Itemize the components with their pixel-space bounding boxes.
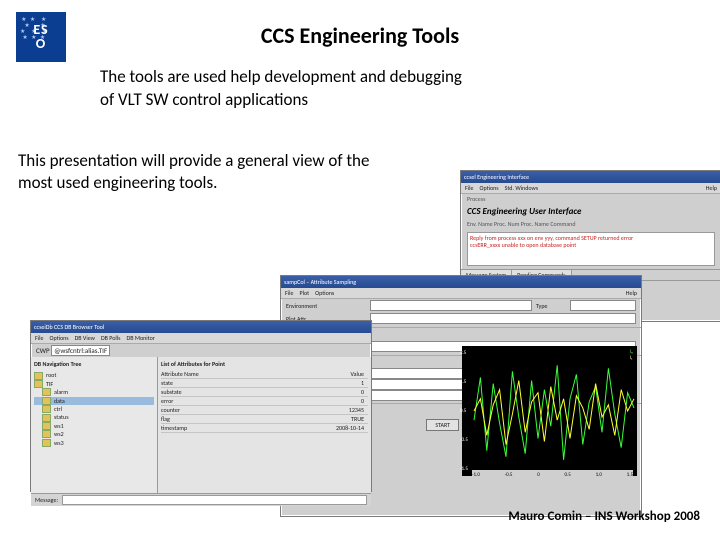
attr-row: timestamp2008-10-14 bbox=[161, 424, 368, 433]
menu-item: Options bbox=[50, 334, 69, 342]
tree-item: alarm bbox=[34, 388, 154, 396]
menu-item: DB Monitor bbox=[127, 334, 155, 342]
attr-row: state1 bbox=[161, 379, 368, 388]
tree-item: status bbox=[34, 413, 154, 421]
attr-row: counter12345 bbox=[161, 406, 368, 415]
tree-item: ctrl bbox=[34, 405, 154, 413]
db-message-label: Message: bbox=[35, 496, 58, 504]
menu-windows: Std. Windows bbox=[505, 184, 538, 192]
folder-icon bbox=[34, 380, 43, 388]
folder-icon bbox=[42, 405, 51, 413]
slide-title: CCS Engineering Tools bbox=[0, 22, 720, 49]
samp-menu: File Plot Options Help bbox=[281, 288, 641, 299]
subtitle: The tools are used help development and … bbox=[100, 66, 462, 112]
menu-item: Options bbox=[315, 289, 334, 297]
folder-icon bbox=[42, 422, 51, 430]
db-attrs: List of Attributes for Point Attribute N… bbox=[158, 357, 371, 493]
menu-item: DB Polls bbox=[101, 334, 121, 342]
db-menu: File Options DB View DB Polls DB Monitor bbox=[31, 333, 371, 344]
tree-item: TIF bbox=[34, 380, 154, 388]
db-titlebar: ccseiDb CCS DB Browser Tool bbox=[31, 321, 371, 333]
attr-row: Attribute NameValue bbox=[161, 370, 368, 379]
tree-item: ws3 bbox=[34, 439, 154, 447]
samp-type-field bbox=[570, 300, 636, 311]
menu-options: Options bbox=[480, 184, 499, 192]
samp-plot-field bbox=[370, 313, 636, 324]
folder-icon bbox=[42, 388, 51, 396]
menu-help: Help bbox=[706, 184, 717, 192]
tree-item: ws2 bbox=[34, 430, 154, 438]
footer: Mauro Comin – INS Workshop 2008 bbox=[508, 509, 700, 524]
folder-icon bbox=[42, 430, 51, 438]
menu-item: File bbox=[35, 334, 44, 342]
samp-env-label: Environment bbox=[286, 302, 366, 310]
attrs-title: List of Attributes for Point bbox=[161, 360, 368, 368]
samp-plot: I₀ I₁ 2.5 1.5 0.5 -0.5 -1.5 -1.0 -0.5 bbox=[462, 346, 637, 476]
folder-icon bbox=[42, 439, 51, 447]
db-cwp-value: @wsfcntrl:alias.TIF bbox=[51, 345, 110, 356]
eui-titlebar: ccsel Engineering Interface bbox=[461, 171, 720, 183]
eui-process: Process bbox=[461, 194, 720, 204]
db-tree: DB Navigation Tree root TIF alarm data c… bbox=[31, 357, 158, 493]
attr-row: substate0 bbox=[161, 388, 368, 397]
eui-heading: CCS Engineering User Interface bbox=[461, 204, 720, 219]
attr-row: error0 bbox=[161, 397, 368, 406]
folder-icon bbox=[42, 414, 51, 422]
tree-item-selected: data bbox=[34, 397, 154, 405]
eui-fields: Env. Name Proc. Num Proc. Name Command bbox=[461, 219, 720, 229]
eui-log-text: Reply from process xxx on env yyy, comma… bbox=[467, 232, 715, 266]
start-button: START bbox=[426, 419, 459, 431]
attr-row: flagTRUE bbox=[161, 415, 368, 424]
tree-item: ws1 bbox=[34, 422, 154, 430]
tree-title: DB Navigation Tree bbox=[34, 360, 154, 368]
folder-icon bbox=[42, 397, 51, 405]
plot-xticks: -1.0 -0.5 0 0.5 1.0 1.5 bbox=[472, 470, 633, 478]
db-message-field bbox=[62, 495, 367, 505]
eui-menu: File Options Std. Windows Help bbox=[461, 183, 720, 194]
menu-item: Plot bbox=[300, 289, 310, 297]
db-window: ccseiDb CCS DB Browser Tool File Options… bbox=[30, 320, 372, 492]
db-cwp-label: CWP bbox=[36, 346, 50, 355]
menu-item: Help bbox=[626, 289, 637, 297]
plot-yticks: 2.5 1.5 0.5 -0.5 -1.5 bbox=[460, 346, 468, 476]
menu-file: File bbox=[465, 184, 474, 192]
menu-item: File bbox=[285, 289, 294, 297]
menu-item: DB View bbox=[75, 334, 95, 342]
samp-type-label: Type bbox=[536, 302, 566, 310]
tree-item: root bbox=[34, 371, 154, 379]
folder-icon bbox=[34, 372, 43, 380]
samp-env-field bbox=[370, 300, 532, 311]
samp-titlebar: sampCol – Attribute Sampling bbox=[281, 276, 641, 288]
